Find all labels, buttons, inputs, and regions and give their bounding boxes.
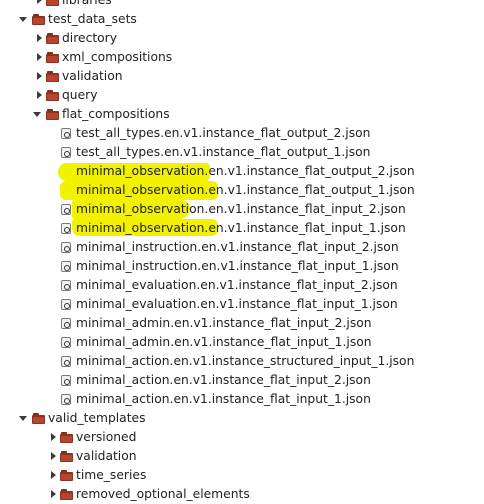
tree-row-libraries[interactable]: libraries [0, 0, 484, 10]
file-icon [61, 318, 71, 329]
tree-file-row[interactable]: test_all_types.en.v1.instance_flat_outpu… [0, 143, 484, 162]
tree-row-valid-templates[interactable]: valid_templates [0, 409, 484, 428]
chevron-right-icon[interactable] [35, 67, 45, 86]
tree-file-row[interactable]: minimal_instruction.en.v1.instance_flat_… [0, 238, 484, 257]
folder-icon [60, 470, 73, 481]
tree-item-label: valid_templates [48, 411, 146, 425]
tree-file-row[interactable]: minimal_admin.en.v1.instance_flat_input_… [0, 314, 484, 333]
file-icon [61, 147, 71, 158]
tree-item-label: validation [62, 69, 123, 83]
tree-item-label: query [62, 88, 98, 102]
tree-file-row[interactable]: minimal_observation.en.v1.instance_flat_… [0, 162, 484, 181]
file-name: minimal_action.en.v1.instance_structured… [76, 354, 415, 368]
file-name: test_all_types.en.v1.instance_flat_outpu… [76, 126, 371, 140]
tree-item-label: xml_compositions [62, 50, 173, 64]
folder-icon [60, 489, 73, 500]
file-icon [61, 223, 71, 234]
tree-item-label: time_series [76, 468, 147, 482]
tree-item-label: directory [62, 31, 118, 45]
tree-row-removed-optional-elements[interactable]: removed_optional_elements [0, 485, 484, 504]
tree-file-row[interactable]: test_all_types.en.v1.instance_flat_outpu… [0, 124, 484, 143]
folder-icon [46, 109, 59, 120]
chevron-right-icon[interactable] [35, 48, 45, 67]
tree-row-time-series[interactable]: time_series [0, 466, 484, 485]
tree-file-row[interactable]: minimal_observation.en.v1.instance_flat_… [0, 200, 484, 219]
file-name: minimal_evaluation.en.v1.instance_flat_i… [76, 278, 398, 292]
chevron-right-icon[interactable] [49, 428, 59, 447]
chevron-right-icon[interactable] [35, 86, 45, 105]
folder-icon [60, 432, 73, 443]
file-icon [61, 261, 71, 272]
folder-icon [32, 14, 45, 25]
tree-row-validation[interactable]: validation [0, 67, 484, 86]
tree-row-directory[interactable]: directory [0, 29, 484, 48]
file-icon [61, 337, 71, 348]
tree-item-label: test_data_sets [48, 12, 137, 26]
tree-row-query[interactable]: query [0, 86, 484, 105]
tree-file-row[interactable]: minimal_admin.en.v1.instance_flat_input_… [0, 333, 484, 352]
chevron-down-icon[interactable] [33, 105, 43, 124]
tree-item-label: libraries [62, 0, 112, 7]
tree-file-row[interactable]: minimal_action.en.v1.instance_flat_input… [0, 371, 484, 390]
folder-icon [46, 90, 59, 101]
chevron-right-icon[interactable] [49, 447, 59, 466]
file-name: minimal_instruction.en.v1.instance_flat_… [76, 259, 399, 273]
folder-icon [46, 52, 59, 63]
chevron-right-icon[interactable] [35, 29, 45, 48]
tree-row-flat-compositions[interactable]: flat_compositions [0, 105, 484, 124]
chevron-right-icon[interactable] [49, 466, 59, 485]
folder-icon [46, 33, 59, 44]
file-name: minimal_observation.en.v1.instance_flat_… [76, 183, 415, 197]
file-name: minimal_evaluation.en.v1.instance_flat_i… [76, 297, 398, 311]
file-tree: libraries test_data_sets directory xml_c… [0, 0, 484, 504]
file-icon [61, 375, 71, 386]
file-icon [61, 204, 71, 215]
chevron-down-icon[interactable] [19, 409, 29, 428]
tree-file-row[interactable]: minimal_action.en.v1.instance_flat_input… [0, 390, 484, 409]
file-name: minimal_observation.en.v1.instance_flat_… [76, 164, 415, 178]
file-name: minimal_observation.en.v1.instance_flat_… [76, 221, 406, 235]
tree-row-validation[interactable]: validation [0, 447, 484, 466]
file-name: minimal_instruction.en.v1.instance_flat_… [76, 240, 399, 254]
file-icon [61, 242, 71, 253]
file-icon [61, 128, 71, 139]
file-name: test_all_types.en.v1.instance_flat_outpu… [76, 145, 371, 159]
tree-file-row[interactable]: minimal_action.en.v1.instance_structured… [0, 352, 484, 371]
tree-item-label: validation [76, 449, 137, 463]
tree-file-row[interactable]: minimal_evaluation.en.v1.instance_flat_i… [0, 276, 484, 295]
tree-file-row[interactable]: minimal_observation.en.v1.instance_flat_… [0, 219, 484, 238]
chevron-down-icon[interactable] [19, 10, 29, 29]
file-icon [61, 280, 71, 291]
tree-file-row[interactable]: minimal_instruction.en.v1.instance_flat_… [0, 257, 484, 276]
file-name: minimal_observation.en.v1.instance_flat_… [76, 202, 406, 216]
tree-item-label: versioned [76, 430, 137, 444]
folder-icon [32, 413, 45, 424]
tree-row-xml-compositions[interactable]: xml_compositions [0, 48, 484, 67]
folder-icon [60, 451, 73, 462]
file-name: minimal_action.en.v1.instance_flat_input… [76, 373, 371, 387]
file-name: minimal_admin.en.v1.instance_flat_input_… [76, 316, 372, 330]
tree-file-row[interactable]: minimal_evaluation.en.v1.instance_flat_i… [0, 295, 484, 314]
tree-row-versioned[interactable]: versioned [0, 428, 484, 447]
file-name: minimal_action.en.v1.instance_flat_input… [76, 392, 371, 406]
file-icon [61, 356, 71, 367]
chevron-right-icon[interactable] [49, 485, 59, 504]
tree-file-row[interactable]: minimal_observation.en.v1.instance_flat_… [0, 181, 484, 200]
chevron-right-icon[interactable] [35, 0, 45, 10]
folder-icon [46, 0, 59, 6]
tree-item-label: removed_optional_elements [76, 487, 250, 501]
folder-icon [46, 71, 59, 82]
tree-row-test-data-sets[interactable]: test_data_sets [0, 10, 484, 29]
file-icon [61, 299, 71, 310]
tree-item-label: flat_compositions [62, 107, 170, 121]
file-icon [61, 394, 71, 405]
file-name: minimal_admin.en.v1.instance_flat_input_… [76, 335, 372, 349]
